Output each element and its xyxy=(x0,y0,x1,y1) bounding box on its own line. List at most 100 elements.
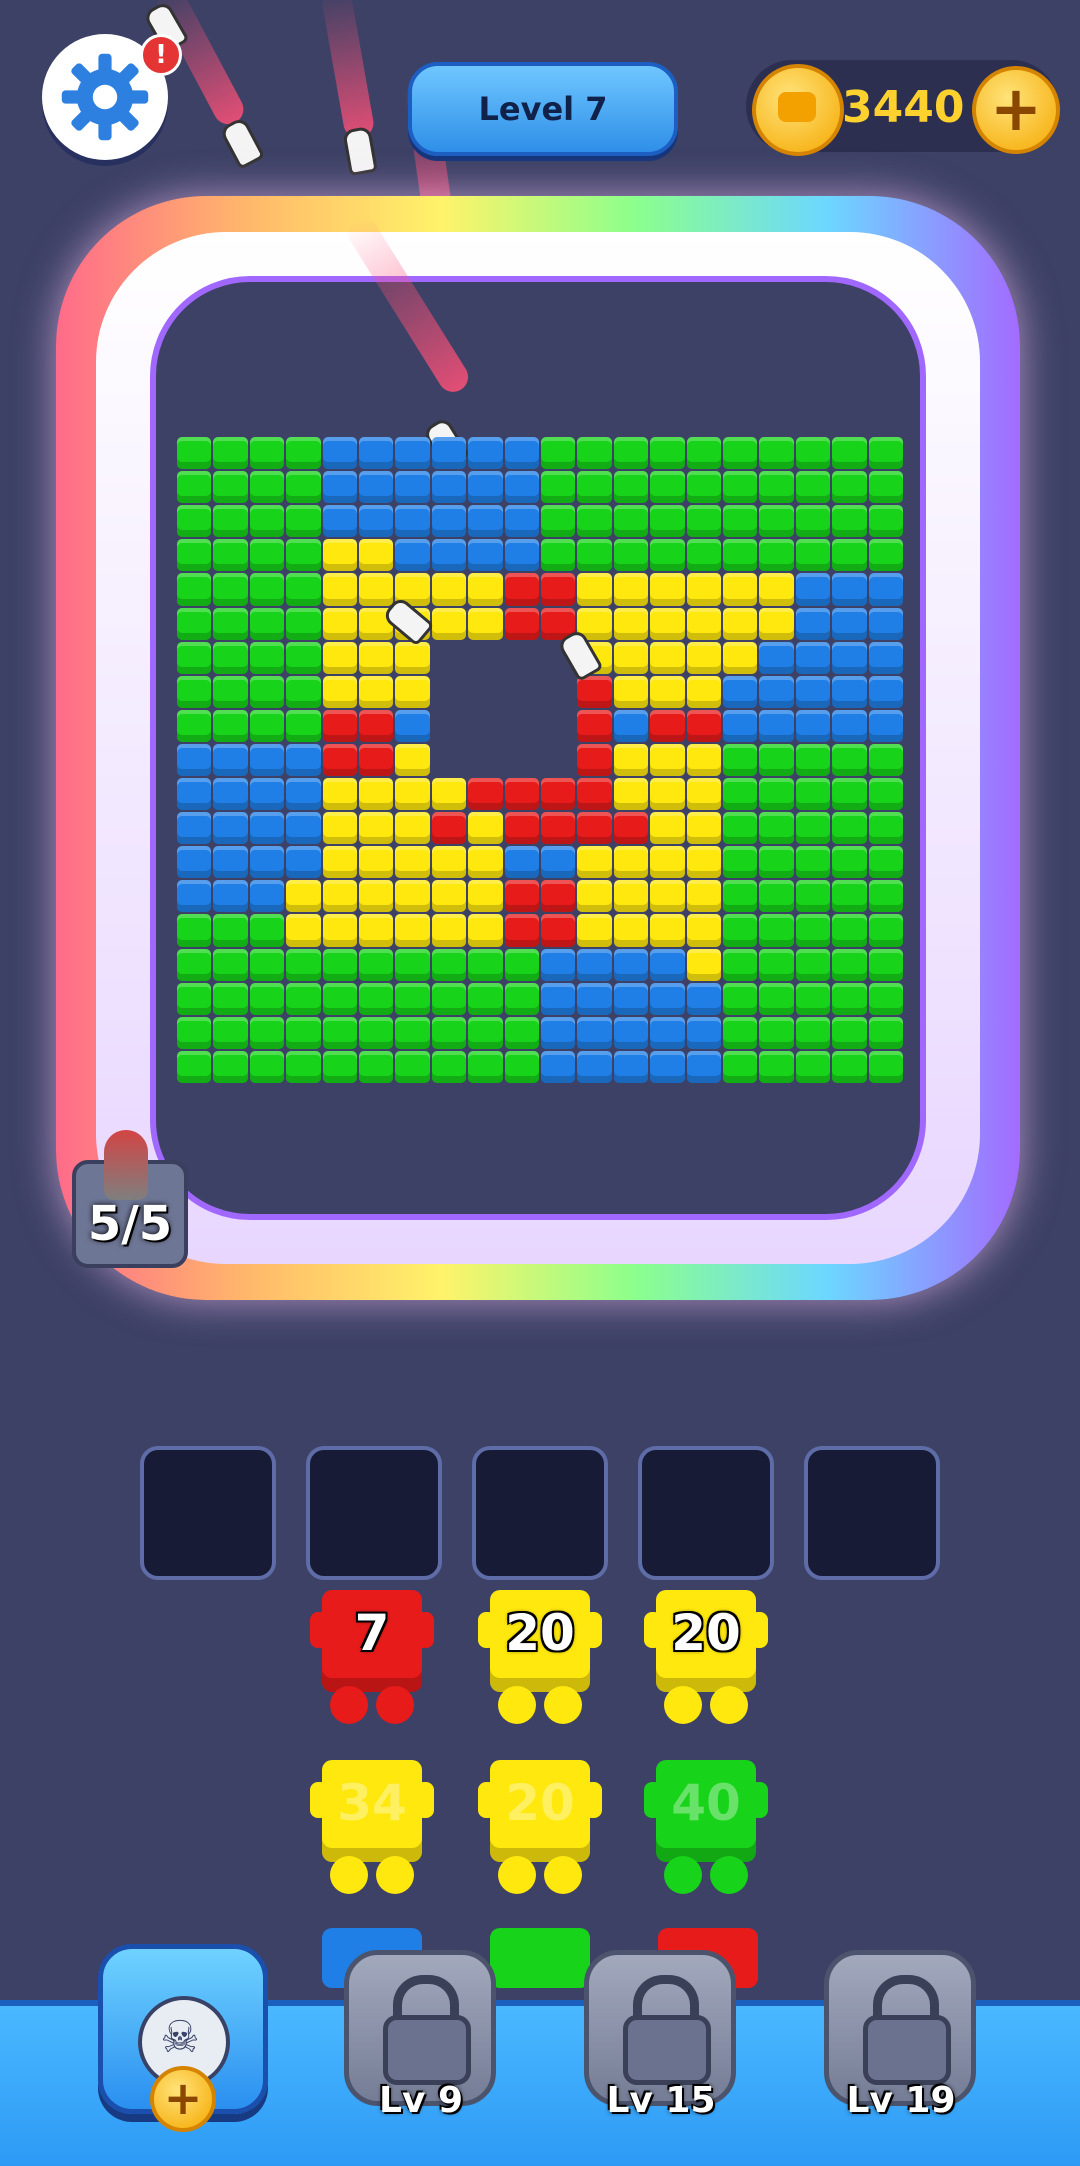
block-cell xyxy=(577,1016,612,1049)
block-cell xyxy=(577,573,612,606)
block-cell xyxy=(795,675,831,708)
block-cell xyxy=(431,1050,467,1083)
block-cell xyxy=(468,1016,503,1049)
block-cell xyxy=(359,505,394,538)
block-cell xyxy=(359,812,394,845)
block-cell xyxy=(577,743,612,777)
block-cell xyxy=(213,812,248,845)
block-cell xyxy=(504,1016,539,1049)
block-cell xyxy=(650,641,685,674)
block-cell xyxy=(868,607,903,640)
block-cell xyxy=(868,1016,903,1049)
block-cell xyxy=(613,709,649,742)
block-cell xyxy=(468,948,503,981)
shooter[interactable]: 20 xyxy=(644,1590,768,1730)
block-cell xyxy=(322,1050,357,1083)
block-cell xyxy=(795,709,831,742)
block-cell xyxy=(249,778,285,811)
block-cell xyxy=(795,1016,831,1049)
shooter-slot xyxy=(804,1446,940,1580)
shooter[interactable]: 40 xyxy=(644,1760,768,1900)
block-cell xyxy=(613,539,649,572)
block-cell xyxy=(832,812,867,845)
block-cell xyxy=(322,505,357,538)
block-cell xyxy=(832,471,867,504)
shooter[interactable]: 7 xyxy=(310,1590,434,1730)
block-cell xyxy=(795,743,831,777)
level-indicator: Level 7 xyxy=(408,62,678,156)
block-cell xyxy=(322,709,357,742)
block-cell xyxy=(723,743,758,777)
shooter[interactable]: 20 xyxy=(478,1590,602,1730)
block-cell xyxy=(177,505,212,538)
block-cell xyxy=(795,641,831,674)
block-cell xyxy=(504,1050,539,1083)
block-cell xyxy=(795,1050,831,1083)
block-cell xyxy=(723,641,758,674)
block-cell xyxy=(431,846,467,879)
block-cell xyxy=(395,846,430,879)
block-cell xyxy=(832,641,867,674)
block-cell xyxy=(613,880,649,913)
block-cell xyxy=(177,607,212,640)
block-cell xyxy=(286,675,321,708)
block-cell xyxy=(759,505,794,538)
block-cell xyxy=(686,812,721,845)
lock-body xyxy=(863,2015,951,2085)
block-cell xyxy=(723,675,758,708)
block-cell xyxy=(177,880,212,913)
add-coins-button[interactable]: + xyxy=(972,66,1060,154)
block-grid[interactable] xyxy=(176,436,904,1084)
block-cell xyxy=(504,846,539,879)
shooter[interactable]: 34 xyxy=(310,1760,434,1900)
block-cell xyxy=(723,539,758,572)
block-cell xyxy=(359,778,394,811)
block-cell xyxy=(177,778,212,811)
block-cell xyxy=(468,812,503,845)
block-cell xyxy=(832,846,867,879)
block-cell xyxy=(359,914,394,947)
block-cell xyxy=(359,846,394,879)
block-cell xyxy=(541,1016,576,1049)
add-bomb-button[interactable]: + xyxy=(150,2066,216,2132)
block-cell xyxy=(286,641,321,674)
block-cell xyxy=(395,914,430,947)
block-cell xyxy=(795,948,831,981)
block-cell xyxy=(177,948,212,981)
block-cell xyxy=(431,471,467,504)
block-cell xyxy=(213,948,248,981)
block-cell xyxy=(795,914,831,947)
block-cell xyxy=(177,914,212,947)
block-cell xyxy=(795,778,831,811)
block-cell xyxy=(286,471,321,504)
block-cell xyxy=(468,539,503,572)
block-cell xyxy=(868,812,903,845)
block-cell xyxy=(613,948,649,981)
block-cell xyxy=(613,846,649,879)
block-cell xyxy=(468,982,503,1015)
shooter[interactable]: 20 xyxy=(478,1760,602,1900)
block-cell xyxy=(868,641,903,674)
rocket-trail xyxy=(320,0,376,141)
block-cell xyxy=(286,914,321,947)
block-cell xyxy=(395,675,430,708)
block-cell xyxy=(868,675,903,708)
block-cell xyxy=(723,846,758,879)
block-cell xyxy=(359,471,394,504)
block-cell xyxy=(322,471,357,504)
block-cell xyxy=(795,505,831,538)
block-cell xyxy=(723,437,758,470)
block-cell xyxy=(359,743,394,777)
powerup-unlock-level: Lv 9 xyxy=(379,2080,463,2121)
block-cell xyxy=(723,1016,758,1049)
block-cell xyxy=(723,778,758,811)
block-cell xyxy=(431,505,467,538)
shooter-ammo-count: 34 xyxy=(337,1774,407,1832)
block-cell xyxy=(504,437,539,470)
block-cell xyxy=(286,1016,321,1049)
block-cell xyxy=(686,607,721,640)
shooter-slot xyxy=(140,1446,276,1580)
block-cell xyxy=(249,846,285,879)
block-cell xyxy=(650,1050,685,1083)
block-cell xyxy=(795,437,831,470)
